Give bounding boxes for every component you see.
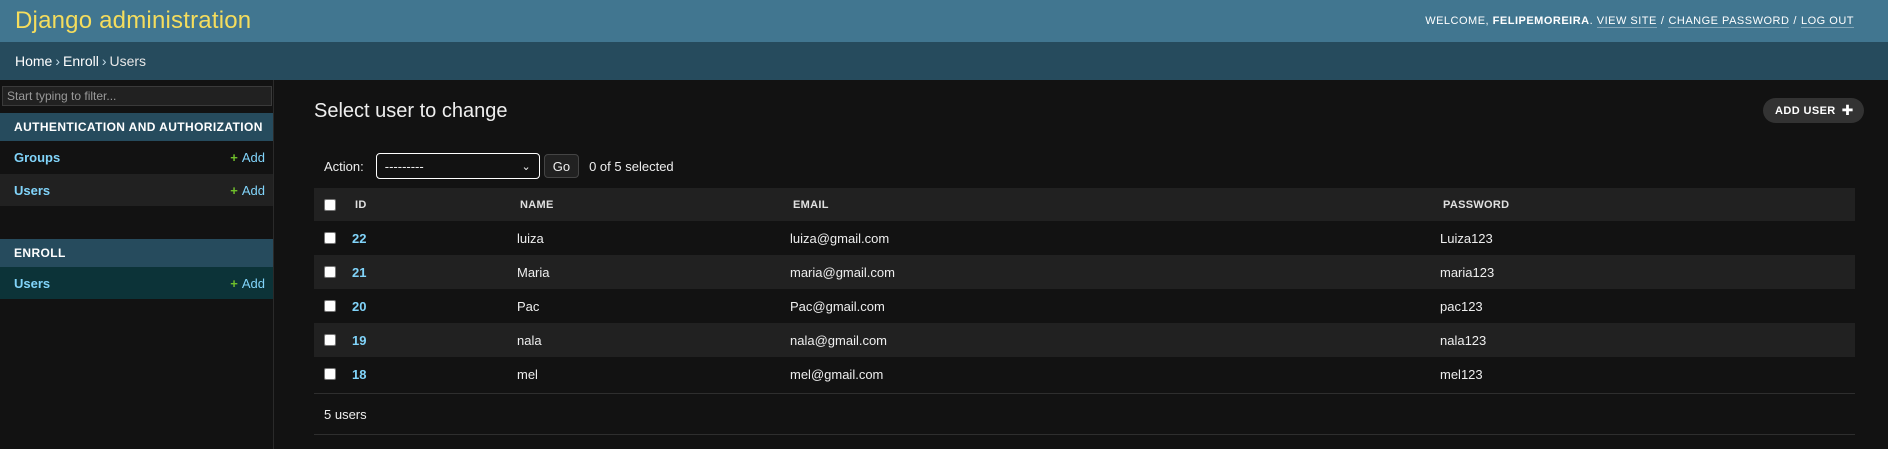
site-title[interactable]: Django administration [15,7,251,35]
table-row: 21 Maria maria@gmail.com maria123 [314,255,1855,289]
view-site-link[interactable]: VIEW SITE [1596,15,1657,28]
log-out-link[interactable]: LOG OUT [1800,15,1854,28]
sidebar-link-enroll-users[interactable]: Users [14,276,50,291]
row-name: Pac [517,298,540,314]
add-user-button[interactable]: ADD USER ✚ [1763,98,1864,123]
sidebar-item-groups: Groups + Add [0,141,273,173]
row-password: pac123 [1440,298,1483,314]
table-row: 18 mel mel@gmail.com mel123 [314,357,1855,391]
separator: / [1660,15,1665,27]
add-label: Add [241,275,265,291]
row-password: Luiza123 [1440,230,1493,246]
app-caption-enroll[interactable]: ENROLL [0,239,273,267]
plus-icon: + [230,275,238,291]
add-label: Add [241,149,265,165]
app-caption-auth[interactable]: AUTHENTICATION AND AUTHORIZATION [0,113,273,141]
separator: / [1793,15,1797,27]
row-password: maria123 [1440,264,1495,280]
add-groups-link[interactable]: + Add [230,150,265,165]
add-label: Add [241,182,265,198]
table-header: ID NAME EMAIL PASSWORD [314,188,1855,221]
row-id-link[interactable]: 20 [352,299,366,314]
breadcrumb-current: Users [109,53,147,69]
sidebar-item-enroll-users: Users + Add [0,267,273,299]
breadcrumb-separator: › [55,53,61,69]
user-tools: WELCOME, FELIPEMOREIRA. VIEW SITE / CHANGE… [1425,15,1854,28]
action-label: Action: [324,158,364,174]
row-checkbox[interactable] [324,334,336,346]
nav-filter-input[interactable] [2,86,272,106]
page-title: Select user to change [314,100,508,122]
chevron-down-icon: ⌄ [521,160,531,173]
row-id-link[interactable]: 19 [352,333,366,348]
row-name: nala [517,332,542,348]
sidebar: AUTHENTICATION AND AUTHORIZATION Groups … [0,80,274,449]
row-name: luiza [517,230,544,246]
column-header-email[interactable]: EMAIL [790,199,1440,211]
plus-icon: ✚ [1841,102,1854,118]
row-name: mel [517,366,538,382]
row-id-link[interactable]: 22 [352,231,366,246]
plus-icon: + [230,182,238,198]
row-id-link[interactable]: 21 [352,265,366,280]
select-all-checkbox[interactable] [324,198,336,211]
breadcrumb-app[interactable]: Enroll [63,53,99,69]
table-row: 20 Pac Pac@gmail.com pac123 [314,289,1855,323]
row-email: nala@gmail.com [790,332,888,348]
table-row: 19 nala nala@gmail.com nala123 [314,323,1855,357]
table-row: 22 luiza luiza@gmail.com Luiza123 [314,221,1855,255]
row-email: Pac@gmail.com [790,298,885,314]
result-count: 5 users [314,393,1855,435]
actions-bar: Action: --------- ⌄ Go 0 of 5 selected [314,152,674,180]
select-all-cell [314,198,352,211]
result-table: ID NAME EMAIL PASSWORD 22 luiza luiza@gm… [314,188,1855,391]
row-email: mel@gmail.com [790,366,884,382]
add-enroll-users-link[interactable]: + Add [230,276,265,291]
breadcrumb-home[interactable]: Home [15,53,52,69]
row-email: luiza@gmail.com [790,230,890,246]
go-button[interactable]: Go [543,154,580,178]
row-password: nala123 [1440,332,1487,348]
row-email: maria@gmail.com [790,264,895,280]
action-select[interactable]: --------- ⌄ [375,153,540,179]
selection-counter: 0 of 5 selected [589,158,674,174]
row-checkbox[interactable] [324,368,336,380]
action-selected-value: --------- [384,158,424,174]
username: FELIPEMOREIRA [1492,15,1590,27]
add-user-label: ADD USER [1775,104,1836,117]
column-header-password[interactable]: PASSWORD [1440,199,1855,211]
row-name: Maria [517,264,550,280]
breadcrumb: Home › Enroll › Users [0,42,1888,80]
sidebar-link-auth-users[interactable]: Users [14,183,50,198]
welcome-text: WELCOME, [1425,15,1490,27]
row-checkbox[interactable] [324,232,336,244]
change-password-link[interactable]: CHANGE PASSWORD [1668,15,1790,28]
header: Django administration WELCOME, FELIPEMOR… [0,0,1888,42]
row-password: mel123 [1440,366,1483,382]
add-auth-users-link[interactable]: + Add [230,183,265,198]
row-checkbox[interactable] [324,266,336,278]
row-id-link[interactable]: 18 [352,367,366,382]
breadcrumb-separator: › [101,53,107,69]
plus-icon: + [230,149,238,165]
column-header-name[interactable]: NAME [517,199,790,211]
sidebar-link-groups[interactable]: Groups [14,150,60,165]
sidebar-item-auth-users: Users + Add [0,174,273,206]
row-checkbox[interactable] [324,300,336,312]
column-header-id[interactable]: ID [352,199,517,211]
